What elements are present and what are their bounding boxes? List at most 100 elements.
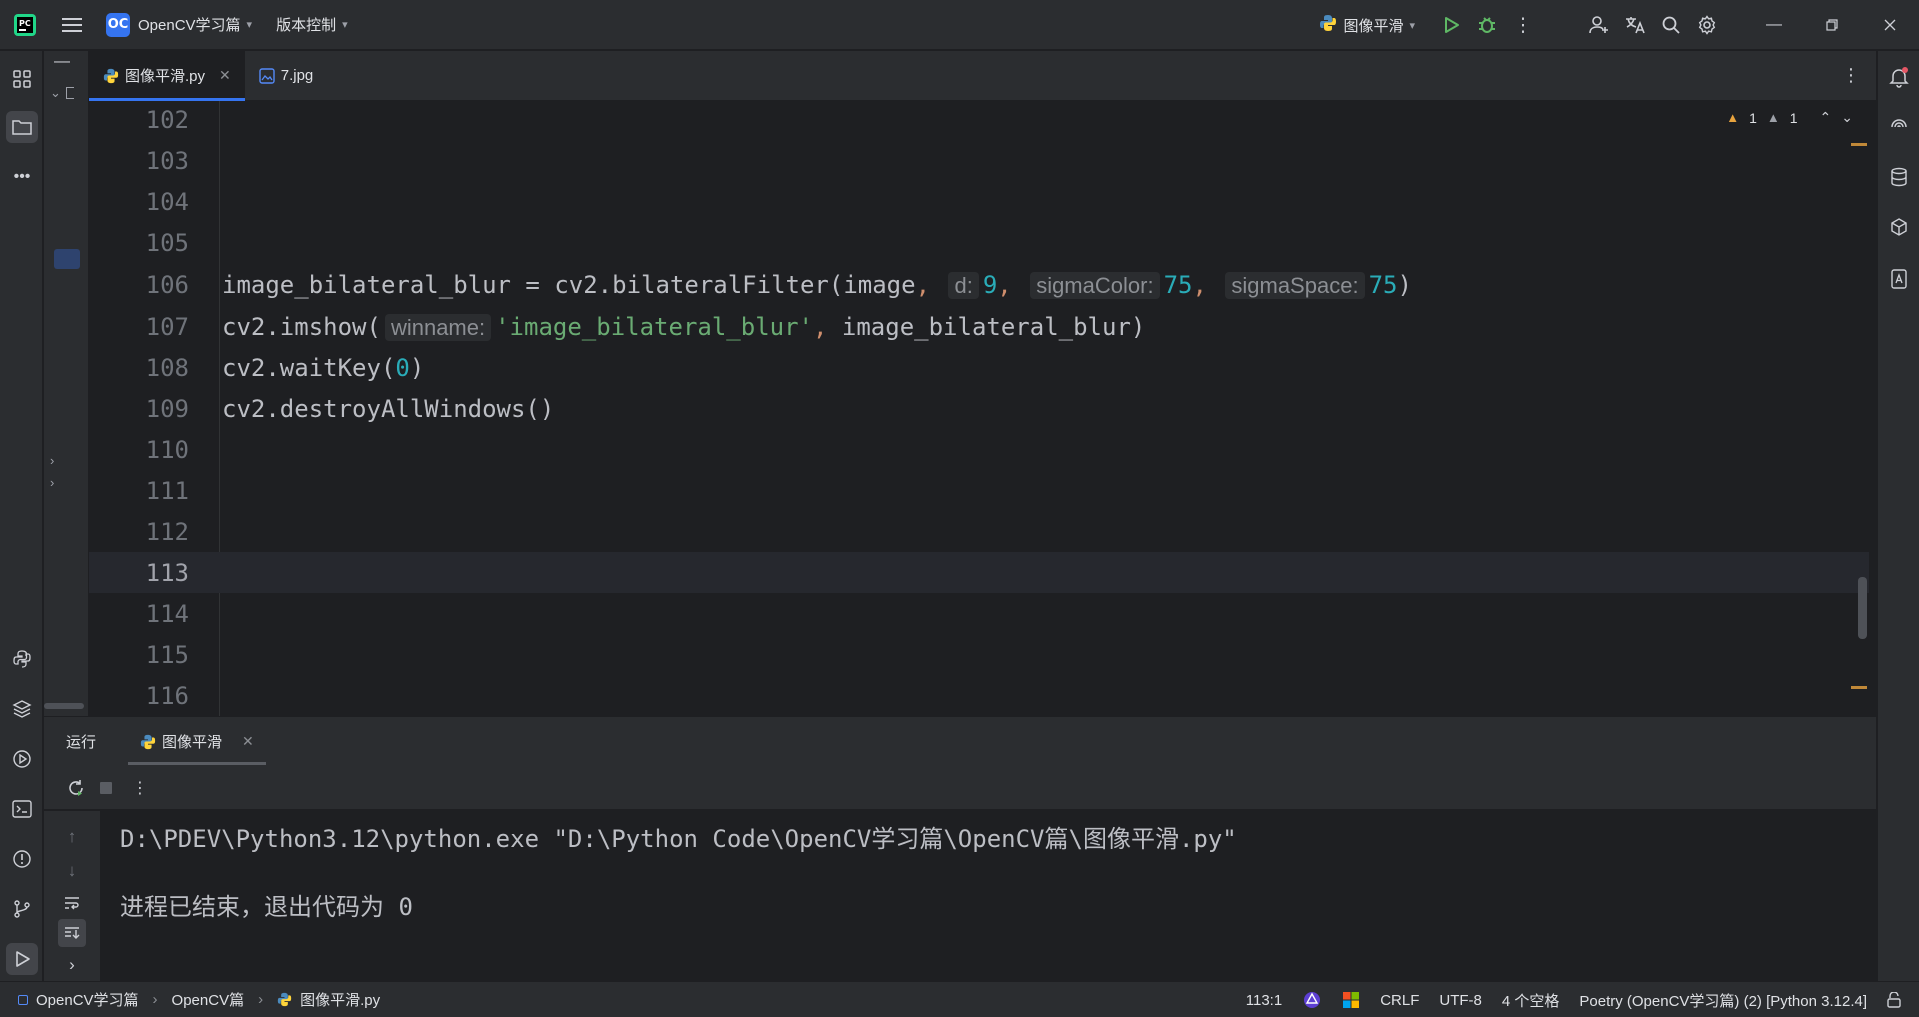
tab-image-smoothing-py[interactable]: 图像平滑.py ✕ — [89, 51, 245, 101]
structure-icon[interactable] — [6, 63, 38, 95]
encoding-selector[interactable]: UTF-8 — [1439, 992, 1482, 1009]
caret-position[interactable]: 113:1 — [1246, 992, 1282, 1009]
warning-icon: ▲ — [1726, 110, 1740, 125]
git-branch-icon[interactable] — [6, 893, 38, 925]
scroll-up-icon[interactable]: ↑ — [58, 823, 86, 851]
translate-icon[interactable] — [1617, 7, 1653, 43]
inspection-widget[interactable]: ▲ 1 ▲ 1 ⌃ ⌄ — [1726, 109, 1853, 126]
warning-stripe-marker[interactable] — [1851, 143, 1867, 146]
code-line: 110 — [89, 429, 1869, 470]
more-tools-icon[interactable]: ••• — [6, 161, 38, 193]
more-actions-icon[interactable]: ⋮ — [1505, 7, 1541, 43]
run-console[interactable]: D:\PDEV\Python3.12\python.exe "D:\Python… — [100, 811, 1876, 981]
project-name[interactable]: OpenCV学习篇 — [138, 14, 241, 35]
vertical-scrollbar[interactable] — [1858, 577, 1867, 639]
project-root-node[interactable] — [66, 87, 74, 99]
plugin-status-icon[interactable] — [1302, 990, 1322, 1010]
notifications-bell-icon[interactable] — [1883, 61, 1915, 93]
current-code-line: 113 — [89, 552, 1869, 593]
breadcrumb-item[interactable]: OpenCV篇 — [172, 989, 245, 1010]
breadcrumb-item[interactable]: 图像平滑.py — [300, 989, 380, 1010]
restore-button[interactable] — [1803, 0, 1861, 50]
vcs-menu[interactable]: 版本控制 — [276, 14, 336, 35]
layers-icon[interactable] — [6, 693, 38, 725]
line-number: 113 — [145, 558, 189, 587]
minimize-button[interactable]: — — [1745, 0, 1803, 50]
warning-count: 1 — [1749, 109, 1757, 126]
collapse-icon[interactable]: — — [54, 53, 70, 71]
run-tab-image-smoothing[interactable]: 图像平滑 ✕ — [128, 717, 266, 767]
python-console-icon[interactable] — [6, 643, 38, 675]
code-text: cv2.destroyAllWindows() — [222, 394, 555, 423]
run-icon[interactable] — [1433, 7, 1469, 43]
code-token: 'image_bilateral_blur' — [495, 312, 813, 341]
right-tool-strip — [1877, 51, 1919, 981]
terminal-icon[interactable] — [6, 793, 38, 825]
python-file-icon — [103, 68, 119, 84]
scroll-to-end-icon[interactable] — [58, 919, 86, 947]
code-editor[interactable]: 102 103 104 105 106 image_bilateral_blur… — [89, 101, 1869, 716]
previous-highlight-icon[interactable]: ⌃ — [1820, 109, 1832, 126]
code-token: , — [1192, 270, 1207, 299]
chevron-right-icon[interactable]: › — [50, 453, 54, 468]
chevron-down-icon: ▾ — [1409, 19, 1415, 32]
run-tool-icon[interactable] — [6, 943, 38, 975]
code-line: 111 — [89, 470, 1869, 511]
indent-selector[interactable]: 4 个空格 — [1502, 990, 1560, 1011]
close-window-button[interactable] — [1861, 0, 1919, 50]
soft-wrap-icon[interactable] — [58, 889, 86, 917]
run-panel-title: 运行 — [66, 734, 97, 751]
run-panel-header: 运行 图像平滑 ✕ — [44, 716, 1876, 766]
search-icon[interactable] — [1653, 7, 1689, 43]
code-line: 103 — [89, 140, 1869, 181]
interpreter-selector[interactable]: Poetry (OpenCV学习篇) (2) [Python 3.12.4] — [1579, 990, 1867, 1011]
console-line: D:\PDEV\Python3.12\python.exe "D:\Python… — [120, 825, 1237, 853]
debug-icon[interactable] — [1469, 7, 1505, 43]
breadcrumb: OpenCV学习篇 › OpenCV篇 › 图像平滑.py — [18, 989, 380, 1010]
line-number: 103 — [145, 146, 189, 175]
scroll-down-icon[interactable]: ↓ — [58, 857, 86, 885]
breadcrumb-item[interactable]: OpenCV学习篇 — [36, 989, 139, 1010]
line-number: 106 — [145, 270, 189, 299]
settings-gear-icon[interactable] — [1689, 7, 1725, 43]
chevron-down-icon[interactable]: ▾ — [342, 18, 348, 31]
stop-icon[interactable] — [91, 773, 121, 803]
close-tab-icon[interactable]: ✕ — [242, 733, 254, 750]
run-toolbar: ⋮ — [44, 766, 1876, 810]
add-user-icon[interactable] — [1581, 7, 1617, 43]
rerun-icon[interactable] — [61, 773, 91, 803]
project-badge[interactable]: OC — [106, 12, 130, 37]
tab-7-jpg[interactable]: 7.jpg — [245, 51, 328, 100]
close-tab-icon[interactable]: ✕ — [219, 67, 231, 84]
run-configuration-selector[interactable]: 图像平滑 ▾ — [1319, 14, 1415, 36]
tab-actions-icon[interactable]: ⋮ — [1842, 65, 1860, 86]
database-icon[interactable] — [1883, 161, 1915, 193]
more-actions-icon[interactable]: ⋮ — [125, 773, 155, 803]
line-number: 116 — [145, 681, 189, 710]
line-ending-selector[interactable]: CRLF — [1380, 992, 1419, 1009]
horizontal-scrollbar[interactable] — [44, 703, 84, 709]
sciview-icon[interactable] — [1883, 211, 1915, 243]
chevron-right-icon[interactable]: › — [58, 951, 86, 979]
editor-tabs: 图像平滑.py ✕ 7.jpg ⋮ — [89, 51, 1876, 101]
selected-node-marker[interactable] — [54, 249, 80, 269]
problems-icon[interactable] — [6, 843, 38, 875]
code-line: 115 — [89, 634, 1869, 675]
code-token: ) — [409, 353, 425, 382]
chevron-down-icon[interactable]: ▾ — [247, 18, 253, 31]
main-menu-icon[interactable] — [60, 13, 84, 37]
weak-warning-icon: ▲ — [1766, 110, 1780, 125]
code-token: , — [997, 270, 1012, 299]
tab-label: 7.jpg — [280, 67, 314, 84]
lock-icon[interactable] — [1887, 992, 1901, 1008]
ai-assistant-icon[interactable] — [1883, 111, 1915, 143]
chevron-right-icon[interactable]: › — [50, 475, 54, 490]
documentation-icon[interactable] — [1883, 263, 1915, 295]
warning-stripe-marker[interactable] — [1851, 686, 1867, 689]
project-folder-icon[interactable] — [6, 111, 38, 143]
windows-logo-icon[interactable] — [1342, 991, 1360, 1009]
code-line: 114 — [89, 593, 1869, 634]
services-icon[interactable] — [6, 743, 38, 775]
next-highlight-icon[interactable]: ⌄ — [1841, 109, 1853, 126]
chevron-down-icon[interactable]: ⌄ — [50, 85, 61, 101]
